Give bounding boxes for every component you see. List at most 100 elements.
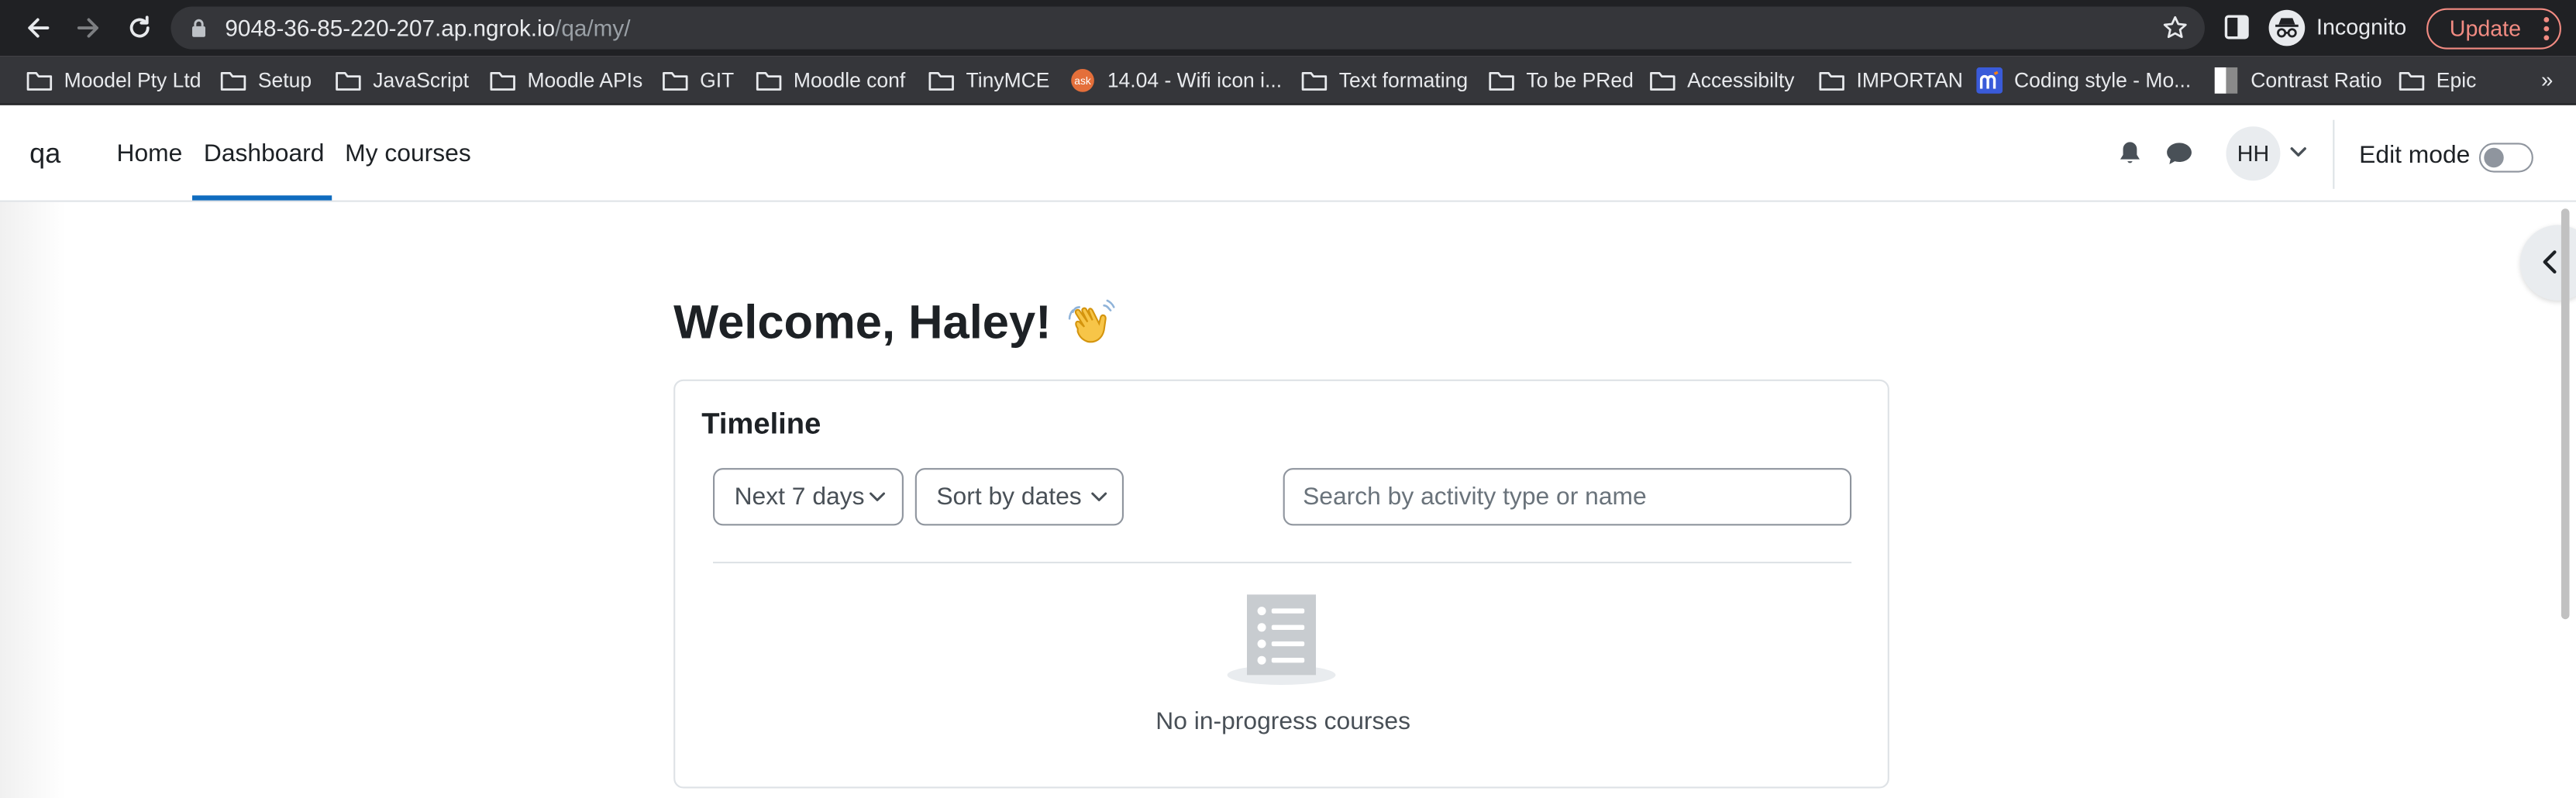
- nav-home[interactable]: Home: [117, 139, 183, 167]
- bookmark-accessibilty[interactable]: Accessibilty: [1649, 66, 1795, 95]
- folder-icon: [220, 67, 246, 94]
- bookmark-to-be-pred[interactable]: To be PRed: [1489, 66, 1634, 95]
- update-label: Update: [2449, 16, 2522, 41]
- moodle-icon: [1976, 67, 2003, 94]
- navbar-divider: [2333, 119, 2335, 189]
- empty-list-icon: [1227, 594, 1336, 685]
- folder-icon: [26, 67, 53, 94]
- folder-icon: [1649, 67, 1675, 94]
- left-edge-shadow: [0, 201, 66, 798]
- bookmark-importan[interactable]: IMPORTAN: [1819, 66, 1963, 95]
- bookmark-wifi-icon[interactable]: ask 14.04 - Wifi icon i...: [1069, 66, 1282, 95]
- bookmark-label: To be PRed: [1526, 69, 1634, 92]
- bookmark-label: Moodel Pty Ltd: [64, 69, 201, 92]
- chevron-down-icon: [1091, 492, 1107, 501]
- chat-icon[interactable]: [2165, 141, 2193, 166]
- bookmark-label: 14.04 - Wifi icon i...: [1107, 69, 1283, 92]
- chevron-left-icon: [2543, 250, 2557, 273]
- folder-icon: [1301, 67, 1328, 94]
- arrow-right-icon: [77, 18, 98, 38]
- bookmarks-overflow-button[interactable]: »: [2541, 67, 2553, 92]
- toggle-knob: [2484, 147, 2504, 168]
- folder-icon: [490, 67, 516, 94]
- star-icon[interactable]: [2162, 15, 2189, 41]
- bookmark-label: TinyMCE: [966, 69, 1050, 92]
- url-host: 9048-36-85-220-207.ap.ngrok.io: [225, 15, 556, 41]
- kebab-menu-icon: [2543, 17, 2550, 41]
- active-nav-indicator: [192, 195, 332, 201]
- user-avatar[interactable]: HH: [2226, 126, 2281, 181]
- bookmark-label: GIT: [700, 69, 735, 92]
- chevron-down-icon: [870, 492, 885, 501]
- reload-button[interactable]: [122, 10, 158, 46]
- reload-icon: [129, 15, 150, 38]
- incognito-label: Incognito: [2316, 15, 2407, 40]
- folder-icon: [1819, 67, 1845, 94]
- page-title: Welcome, Haley!: [673, 298, 1117, 352]
- sort-filter-label: Sort by dates: [936, 483, 1082, 511]
- timeline-sort-filter[interactable]: Sort by dates: [914, 468, 1124, 526]
- bookmark-label: Setup: [257, 69, 312, 92]
- bookmark-label: Contrast Ratio: [2251, 69, 2382, 92]
- bookmark-epic[interactable]: Epic: [2399, 66, 2476, 95]
- timeline-divider: [713, 562, 1852, 564]
- empty-state-text: No in-progress courses: [1155, 707, 1411, 736]
- bell-icon[interactable]: [2118, 139, 2143, 166]
- page-scrollbar[interactable]: [2561, 208, 2570, 620]
- nav-my-courses[interactable]: My courses: [345, 139, 471, 167]
- folder-icon: [756, 67, 782, 94]
- bookmark-label: Coding style - Mo...: [2013, 69, 2192, 92]
- bookmarks-bar: Moodel Pty Ltd Setup JavaScript Moodle A…: [0, 56, 2576, 105]
- update-button[interactable]: Update: [2426, 8, 2561, 50]
- address-url: 9048-36-85-220-207.ap.ngrok.io/qa/my/: [225, 15, 630, 41]
- address-bar[interactable]: 9048-36-85-220-207.ap.ngrok.io/qa/my/: [170, 6, 2205, 50]
- bookmark-label: Epic: [2436, 69, 2477, 92]
- askubuntu-icon: ask: [1069, 67, 1096, 94]
- bookmark-label: Accessibilty: [1687, 69, 1795, 92]
- back-button[interactable]: [19, 10, 56, 46]
- svg-text:ask: ask: [1074, 75, 1091, 87]
- bookmark-contrast-ratio[interactable]: Contrast Ratio: [2213, 66, 2382, 95]
- lock-icon: [192, 19, 205, 37]
- chevron-down-icon[interactable]: [2290, 146, 2306, 158]
- site-brand[interactable]: qa: [29, 138, 60, 170]
- waving-hand-icon: [1065, 298, 1118, 351]
- bookmark-label: IMPORTAN: [1856, 69, 1963, 92]
- bookmark-moodle-apis[interactable]: Moodle APIs: [490, 66, 643, 95]
- bookmark-javascript[interactable]: JavaScript: [335, 66, 469, 95]
- bookmark-label: Text formating: [1338, 69, 1469, 92]
- side-panel-icon[interactable]: [2224, 15, 2249, 40]
- bookmark-moodel-pty-ltd[interactable]: Moodel Pty Ltd: [26, 66, 201, 95]
- bookmark-setup[interactable]: Setup: [220, 66, 312, 95]
- timeline-day-filter[interactable]: Next 7 days: [713, 468, 904, 526]
- folder-icon: [928, 67, 955, 94]
- bookmark-tinymce[interactable]: TinyMCE: [928, 66, 1050, 95]
- site-navbar: qa Home Dashboard My courses HH Edit mod…: [0, 106, 2576, 202]
- incognito-avatar[interactable]: [2268, 9, 2306, 46]
- day-filter-label: Next 7 days: [734, 483, 865, 511]
- bookmark-label: JavaScript: [373, 69, 469, 92]
- bookmark-git[interactable]: GIT: [662, 66, 734, 95]
- timeline-block: Timeline Next 7 days Sort by dates No in…: [673, 379, 1889, 789]
- edit-mode-toggle[interactable]: [2478, 143, 2533, 173]
- timeline-title: Timeline: [701, 407, 821, 441]
- bookmark-moodle-conf[interactable]: Moodle conf: [756, 66, 905, 95]
- folder-icon: [335, 67, 361, 94]
- welcome-heading: Welcome, Haley!: [673, 297, 1052, 350]
- arrow-left-icon: [28, 18, 50, 38]
- bookmark-coding-style[interactable]: Coding style - Mo...: [1976, 66, 2191, 95]
- url-path: /qa/my/: [555, 15, 631, 41]
- browser-toolbar: 9048-36-85-220-207.ap.ngrok.io/qa/my/ In…: [0, 0, 2576, 57]
- contrast-icon: [2213, 67, 2240, 94]
- bookmark-label: Moodle APIs: [527, 69, 643, 92]
- nav-dashboard[interactable]: Dashboard: [204, 139, 325, 167]
- bookmark-text-formating[interactable]: Text formating: [1301, 66, 1468, 95]
- folder-icon: [662, 67, 688, 94]
- folder-icon: [2399, 67, 2425, 94]
- bookmark-label: Moodle conf: [793, 69, 906, 92]
- folder-icon: [1489, 67, 1515, 94]
- timeline-search-input[interactable]: [1283, 468, 1852, 526]
- incognito-icon: [2275, 18, 2299, 38]
- edit-mode-label: Edit mode: [2359, 141, 2471, 170]
- forward-button[interactable]: [71, 10, 107, 46]
